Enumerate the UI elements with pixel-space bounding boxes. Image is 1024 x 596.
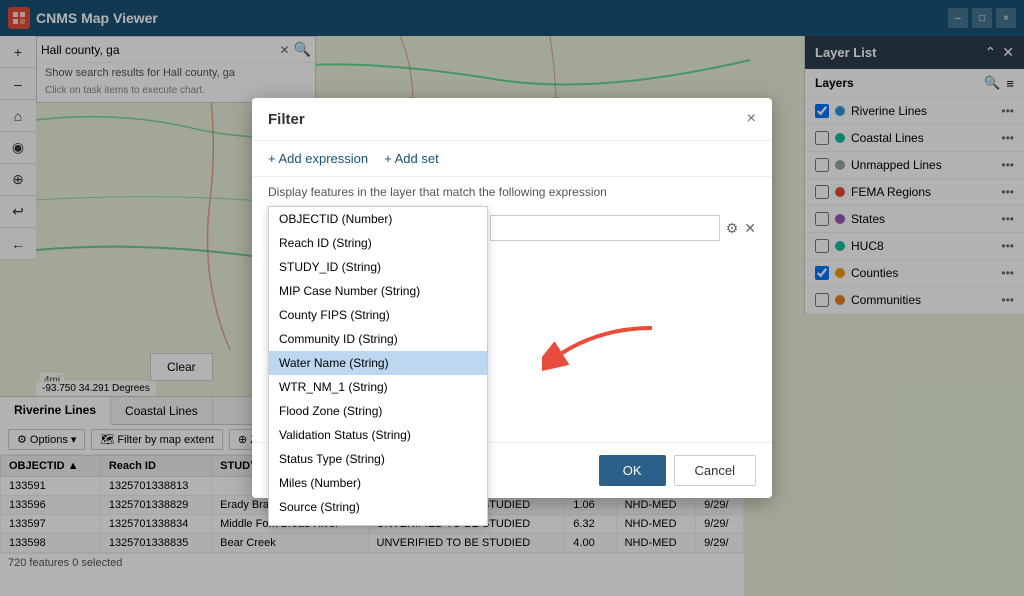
dropdown-item-miles[interactable]: Miles (Number) bbox=[269, 471, 487, 495]
filter-modal: Filter × + Add expression + Add set Disp… bbox=[252, 98, 772, 498]
expression-remove-button[interactable]: ✕ bbox=[744, 220, 756, 237]
dropdown-item-source[interactable]: Source (String) bbox=[269, 495, 487, 519]
value-input[interactable] bbox=[490, 215, 720, 241]
dropdown-item-watername[interactable]: Water Name (String) bbox=[269, 351, 487, 375]
modal-title: Filter bbox=[268, 111, 305, 128]
dropdown-item-floodzone[interactable]: Flood Zone (String) bbox=[269, 399, 487, 423]
dropdown-item-reachid[interactable]: Reach ID (String) bbox=[269, 231, 487, 255]
field-dropdown-list[interactable]: OBJECTID (Number) Reach ID (String) STUD… bbox=[268, 206, 488, 526]
dropdown-item-objectid[interactable]: OBJECTID (Number) bbox=[269, 207, 487, 231]
dropdown-item-communityid[interactable]: Community ID (String) bbox=[269, 327, 487, 351]
cancel-button[interactable]: Cancel bbox=[674, 455, 756, 486]
add-set-button[interactable]: + Add set bbox=[384, 151, 439, 166]
dropdown-item-studyid[interactable]: STUDY_ID (String) bbox=[269, 255, 487, 279]
modal-description: Display features in the layer that match… bbox=[252, 177, 772, 207]
expression-gear-button[interactable]: ⚙ bbox=[726, 220, 739, 237]
ok-button[interactable]: OK bbox=[599, 455, 666, 486]
dropdown-item-validationstatus[interactable]: Validation Status (String) bbox=[269, 423, 487, 447]
modal-toolbar: + Add expression + Add set bbox=[252, 141, 772, 177]
dropdown-item-statustype[interactable]: Status Type (String) bbox=[269, 447, 487, 471]
dropdown-item-wtrnm1[interactable]: WTR_NM_1 (String) bbox=[269, 375, 487, 399]
add-expression-button[interactable]: + Add expression bbox=[268, 151, 368, 166]
dropdown-item-mip[interactable]: MIP Case Number (String) bbox=[269, 279, 487, 303]
modal-overlay: Filter × + Add expression + Add set Disp… bbox=[0, 0, 1024, 596]
modal-header: Filter × bbox=[252, 98, 772, 141]
dropdown-item-countyfips[interactable]: County FIPS (String) bbox=[269, 303, 487, 327]
dropdown-item-statusdate[interactable]: Status Date (Date) bbox=[269, 519, 487, 526]
arrow-annotation bbox=[542, 318, 662, 383]
modal-close-button[interactable]: × bbox=[747, 110, 756, 128]
